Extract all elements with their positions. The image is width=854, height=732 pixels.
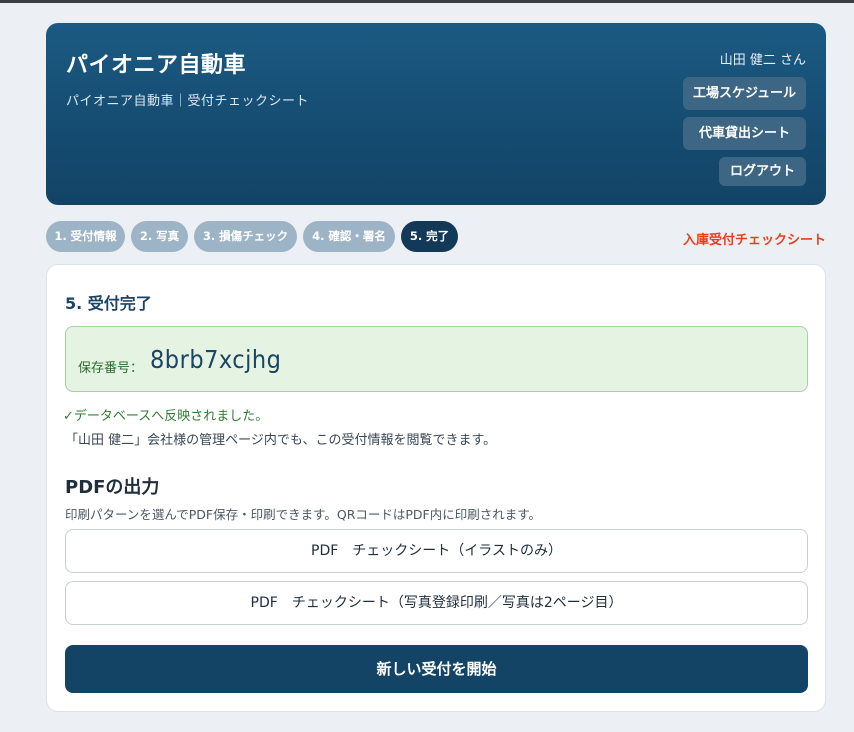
completion-card: 5. 受付完了 保存番号： 8brb7xcjhg ✓データベースへ反映されました… bbox=[46, 264, 826, 712]
user-name: 山田 健二 さん bbox=[719, 53, 806, 68]
save-number-label: 保存番号： bbox=[78, 361, 144, 376]
factory-schedule-button[interactable]: 工場スケジュール bbox=[683, 77, 806, 110]
section-title: 5. 受付完了 bbox=[65, 294, 152, 313]
pdf-photo-button[interactable]: PDF チェックシート（写真登録印刷／写真は2ページ目） bbox=[65, 581, 808, 625]
db-success-message: ✓データベースへ反映されました。 bbox=[63, 409, 269, 424]
step-confirm-sign[interactable]: 4. 確認・署名 bbox=[303, 221, 395, 252]
top-strip bbox=[0, 0, 854, 3]
pdf-description: 印刷パターンを選んでPDF保存・印刷できます。QRコードはPDF内に印刷されます… bbox=[65, 507, 541, 522]
step-photo[interactable]: 2. 写真 bbox=[131, 221, 188, 252]
page-tag: 入庫受付チェックシート bbox=[682, 233, 826, 248]
pdf-illustration-button[interactable]: PDF チェックシート（イラストのみ） bbox=[65, 529, 808, 573]
app-subtitle: パイオニア自動車｜受付チェックシート bbox=[66, 94, 310, 109]
save-number-box: 保存番号： 8brb7xcjhg bbox=[65, 326, 808, 392]
new-reception-button[interactable]: 新しい受付を開始 bbox=[65, 645, 808, 693]
app-header: パイオニア自動車 パイオニア自動車｜受付チェックシート 山田 健二 さん 工場ス… bbox=[46, 23, 826, 205]
save-number-value: 8brb7xcjhg bbox=[150, 345, 282, 374]
step-damage-check[interactable]: 3. 損傷チェック bbox=[194, 221, 297, 252]
info-message: 「山田 健二」会社様の管理ページ内でも、この受付情報を閲覧できます。 bbox=[65, 433, 497, 448]
app-title: パイオニア自動車 bbox=[66, 53, 247, 78]
step-complete[interactable]: 5. 完了 bbox=[401, 221, 458, 252]
pdf-section-title: PDFの出力 bbox=[65, 477, 160, 498]
loaner-sheet-button[interactable]: 代車貸出シート bbox=[683, 117, 806, 150]
logout-button[interactable]: ログアウト bbox=[719, 157, 806, 186]
step-reception-info[interactable]: 1. 受付情報 bbox=[46, 221, 125, 252]
